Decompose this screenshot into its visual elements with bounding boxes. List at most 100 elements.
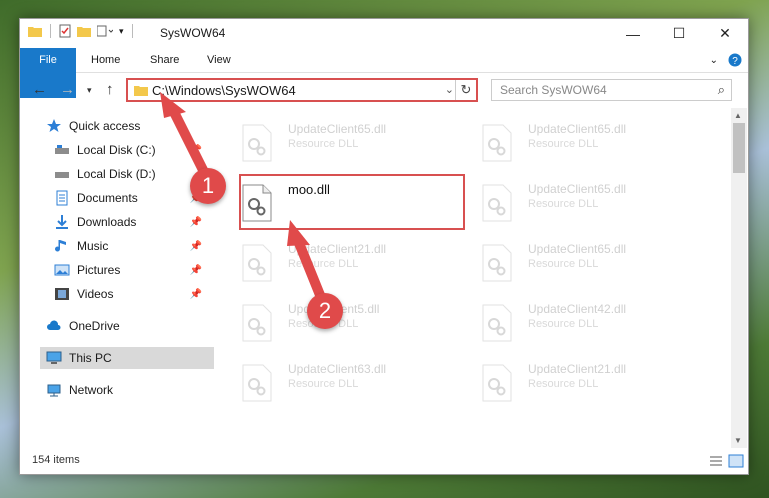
sidebar-item-pictures[interactable]: Pictures 📌 [54, 259, 208, 281]
toolbar-divider [50, 24, 51, 38]
refresh-icon[interactable]: ↻ [455, 80, 476, 100]
recent-locations-icon[interactable]: ▾ [87, 85, 92, 96]
sidebar-item-label: Network [69, 383, 114, 397]
sidebar-item-documents[interactable]: Documents 📌 [54, 187, 208, 209]
file-name: UpdateClient65.dll [288, 122, 387, 136]
status-bar: 154 items [20, 450, 748, 474]
back-arrow-icon[interactable]: ← [32, 81, 47, 98]
file-item[interactable]: UpdateClient63.dll Resource DLL [220, 358, 450, 408]
folder-icon[interactable] [28, 25, 42, 37]
file-type: Resource DLL [288, 378, 359, 390]
file-type: Resource DLL [288, 258, 359, 270]
pin-icon[interactable]: 📌 [190, 241, 202, 252]
tab-home[interactable]: Home [91, 48, 120, 72]
pin-icon[interactable]: 📌 [190, 145, 202, 156]
new-folder-icon[interactable] [77, 25, 91, 37]
sidebar-item-downloads[interactable]: Downloads 📌 [54, 211, 208, 233]
tab-view[interactable]: View [207, 48, 231, 72]
maximize-button[interactable]: ☐ [656, 19, 702, 48]
file-item[interactable]: UpdateClient42.dll Resource DLL [460, 298, 690, 348]
chevron-down-icon[interactable]: ⌄ [445, 83, 454, 96]
network-icon [47, 384, 61, 397]
file-item[interactable]: UpdateClient21.dll Resource DLL [220, 238, 450, 288]
sidebar-item-network[interactable]: Network [46, 379, 206, 401]
search-input[interactable]: Search SysWOW64 ⌕ [491, 79, 732, 101]
address-bar[interactable]: C:\Windows\SysWOW64 ⌄ ↻ [126, 78, 478, 102]
navigation-pane: Quick access Local Disk (C:) 📌 Local Dis… [20, 113, 214, 453]
dll-file-icon [242, 244, 272, 282]
computer-icon [46, 351, 62, 364]
scrollbar-thumb[interactable] [733, 123, 745, 173]
file-item[interactable]: UpdateClient65.dll Resource DLL [460, 178, 690, 228]
file-type: Resource DLL [288, 138, 359, 150]
quick-access-toolbar: ▾ [28, 24, 135, 38]
search-icon[interactable]: ⌕ [718, 82, 725, 98]
tab-share[interactable]: Share [150, 48, 179, 72]
drive-icon [55, 172, 69, 178]
sidebar-item-music[interactable]: Music 📌 [54, 235, 208, 257]
pictures-icon [54, 264, 70, 276]
sidebar-item-videos[interactable]: Videos 📌 [54, 283, 208, 305]
sidebar-item-label: Quick access [69, 119, 141, 133]
dll-file-icon [242, 124, 272, 162]
svg-text:?: ? [732, 56, 738, 67]
expand-ribbon-icon[interactable]: ⌄ [710, 55, 718, 66]
cloud-icon [47, 320, 61, 330]
window-title: SysWOW64 [160, 26, 226, 40]
details-view-icon[interactable] [708, 454, 724, 468]
pin-icon[interactable]: 📌 [190, 217, 202, 228]
star-icon [47, 119, 61, 132]
scroll-down-icon[interactable]: ▼ [734, 436, 742, 445]
pin-icon[interactable]: 📌 [190, 289, 202, 300]
highlight-box [239, 174, 465, 230]
file-type: Resource DLL [528, 378, 599, 390]
help-icon[interactable]: ? [728, 53, 742, 67]
file-item[interactable]: UpdateClient65.dll Resource DLL [460, 118, 690, 168]
forward-arrow-icon[interactable]: → [60, 81, 75, 98]
file-name: UpdateClient65.dll [528, 242, 627, 256]
sidebar-item-label: Documents [77, 191, 138, 205]
sidebar-item-label: Videos [77, 287, 114, 301]
sidebar-item-local-disk-c[interactable]: Local Disk (C:) 📌 [54, 139, 208, 161]
file-type: Resource DLL [528, 318, 599, 330]
up-arrow-icon[interactable]: ↑ [106, 81, 114, 98]
minimize-button[interactable]: — [610, 19, 656, 48]
vertical-scrollbar[interactable]: ▲ ▼ [731, 108, 747, 448]
chevron-down-icon[interactable]: ▾ [119, 26, 124, 37]
file-type: Resource DLL [528, 198, 599, 210]
item-count: 154 items [32, 454, 80, 466]
file-item[interactable]: UpdateClient65.dll Resource DLL [220, 118, 450, 168]
download-icon [56, 215, 68, 229]
file-name: UpdateClient42.dll [528, 302, 627, 316]
dll-file-icon [482, 364, 512, 402]
file-name: UpdateClient63.dll [288, 362, 387, 376]
dll-file-icon [482, 304, 512, 342]
sidebar-item-local-disk-d[interactable]: Local Disk (D:) [54, 163, 208, 185]
properties-icon[interactable] [59, 24, 71, 38]
scroll-up-icon[interactable]: ▲ [734, 111, 742, 120]
customize-toolbar-icon[interactable] [97, 25, 113, 37]
file-name: UpdateClient65.dll [528, 182, 627, 196]
large-icons-view-icon[interactable] [728, 454, 744, 468]
sidebar-item-quick-access[interactable]: Quick access [46, 115, 206, 137]
dll-file-icon [482, 184, 512, 222]
file-name: UpdateClient21.dll [288, 242, 387, 256]
pin-icon[interactable]: 📌 [190, 265, 202, 276]
dll-file-icon [242, 304, 272, 342]
sidebar-item-label: Pictures [77, 263, 121, 277]
explorer-window: ▾ SysWOW64 — ☐ ✕ File Home Share View ⌄ … [19, 18, 749, 475]
close-button[interactable]: ✕ [702, 19, 748, 48]
search-placeholder: Search SysWOW64 [500, 83, 607, 97]
sidebar-item-onedrive[interactable]: OneDrive [46, 315, 206, 337]
ribbon-tabs: File Home Share View ⌄ ? [20, 48, 748, 98]
address-path[interactable]: C:\Windows\SysWOW64 [152, 83, 296, 98]
sidebar-item-this-pc[interactable]: This PC [40, 347, 214, 369]
sidebar-item-label: Local Disk (D:) [77, 167, 156, 181]
file-item[interactable]: UpdateClient21.dll Resource DLL [460, 358, 690, 408]
step-badge-1: 1 [190, 168, 226, 204]
videos-icon [55, 288, 69, 300]
file-item[interactable]: UpdateClient65.dll Resource DLL [460, 238, 690, 288]
folder-icon [134, 86, 148, 96]
file-name: UpdateClient21.dll [528, 362, 627, 376]
file-type: Resource DLL [528, 138, 599, 150]
